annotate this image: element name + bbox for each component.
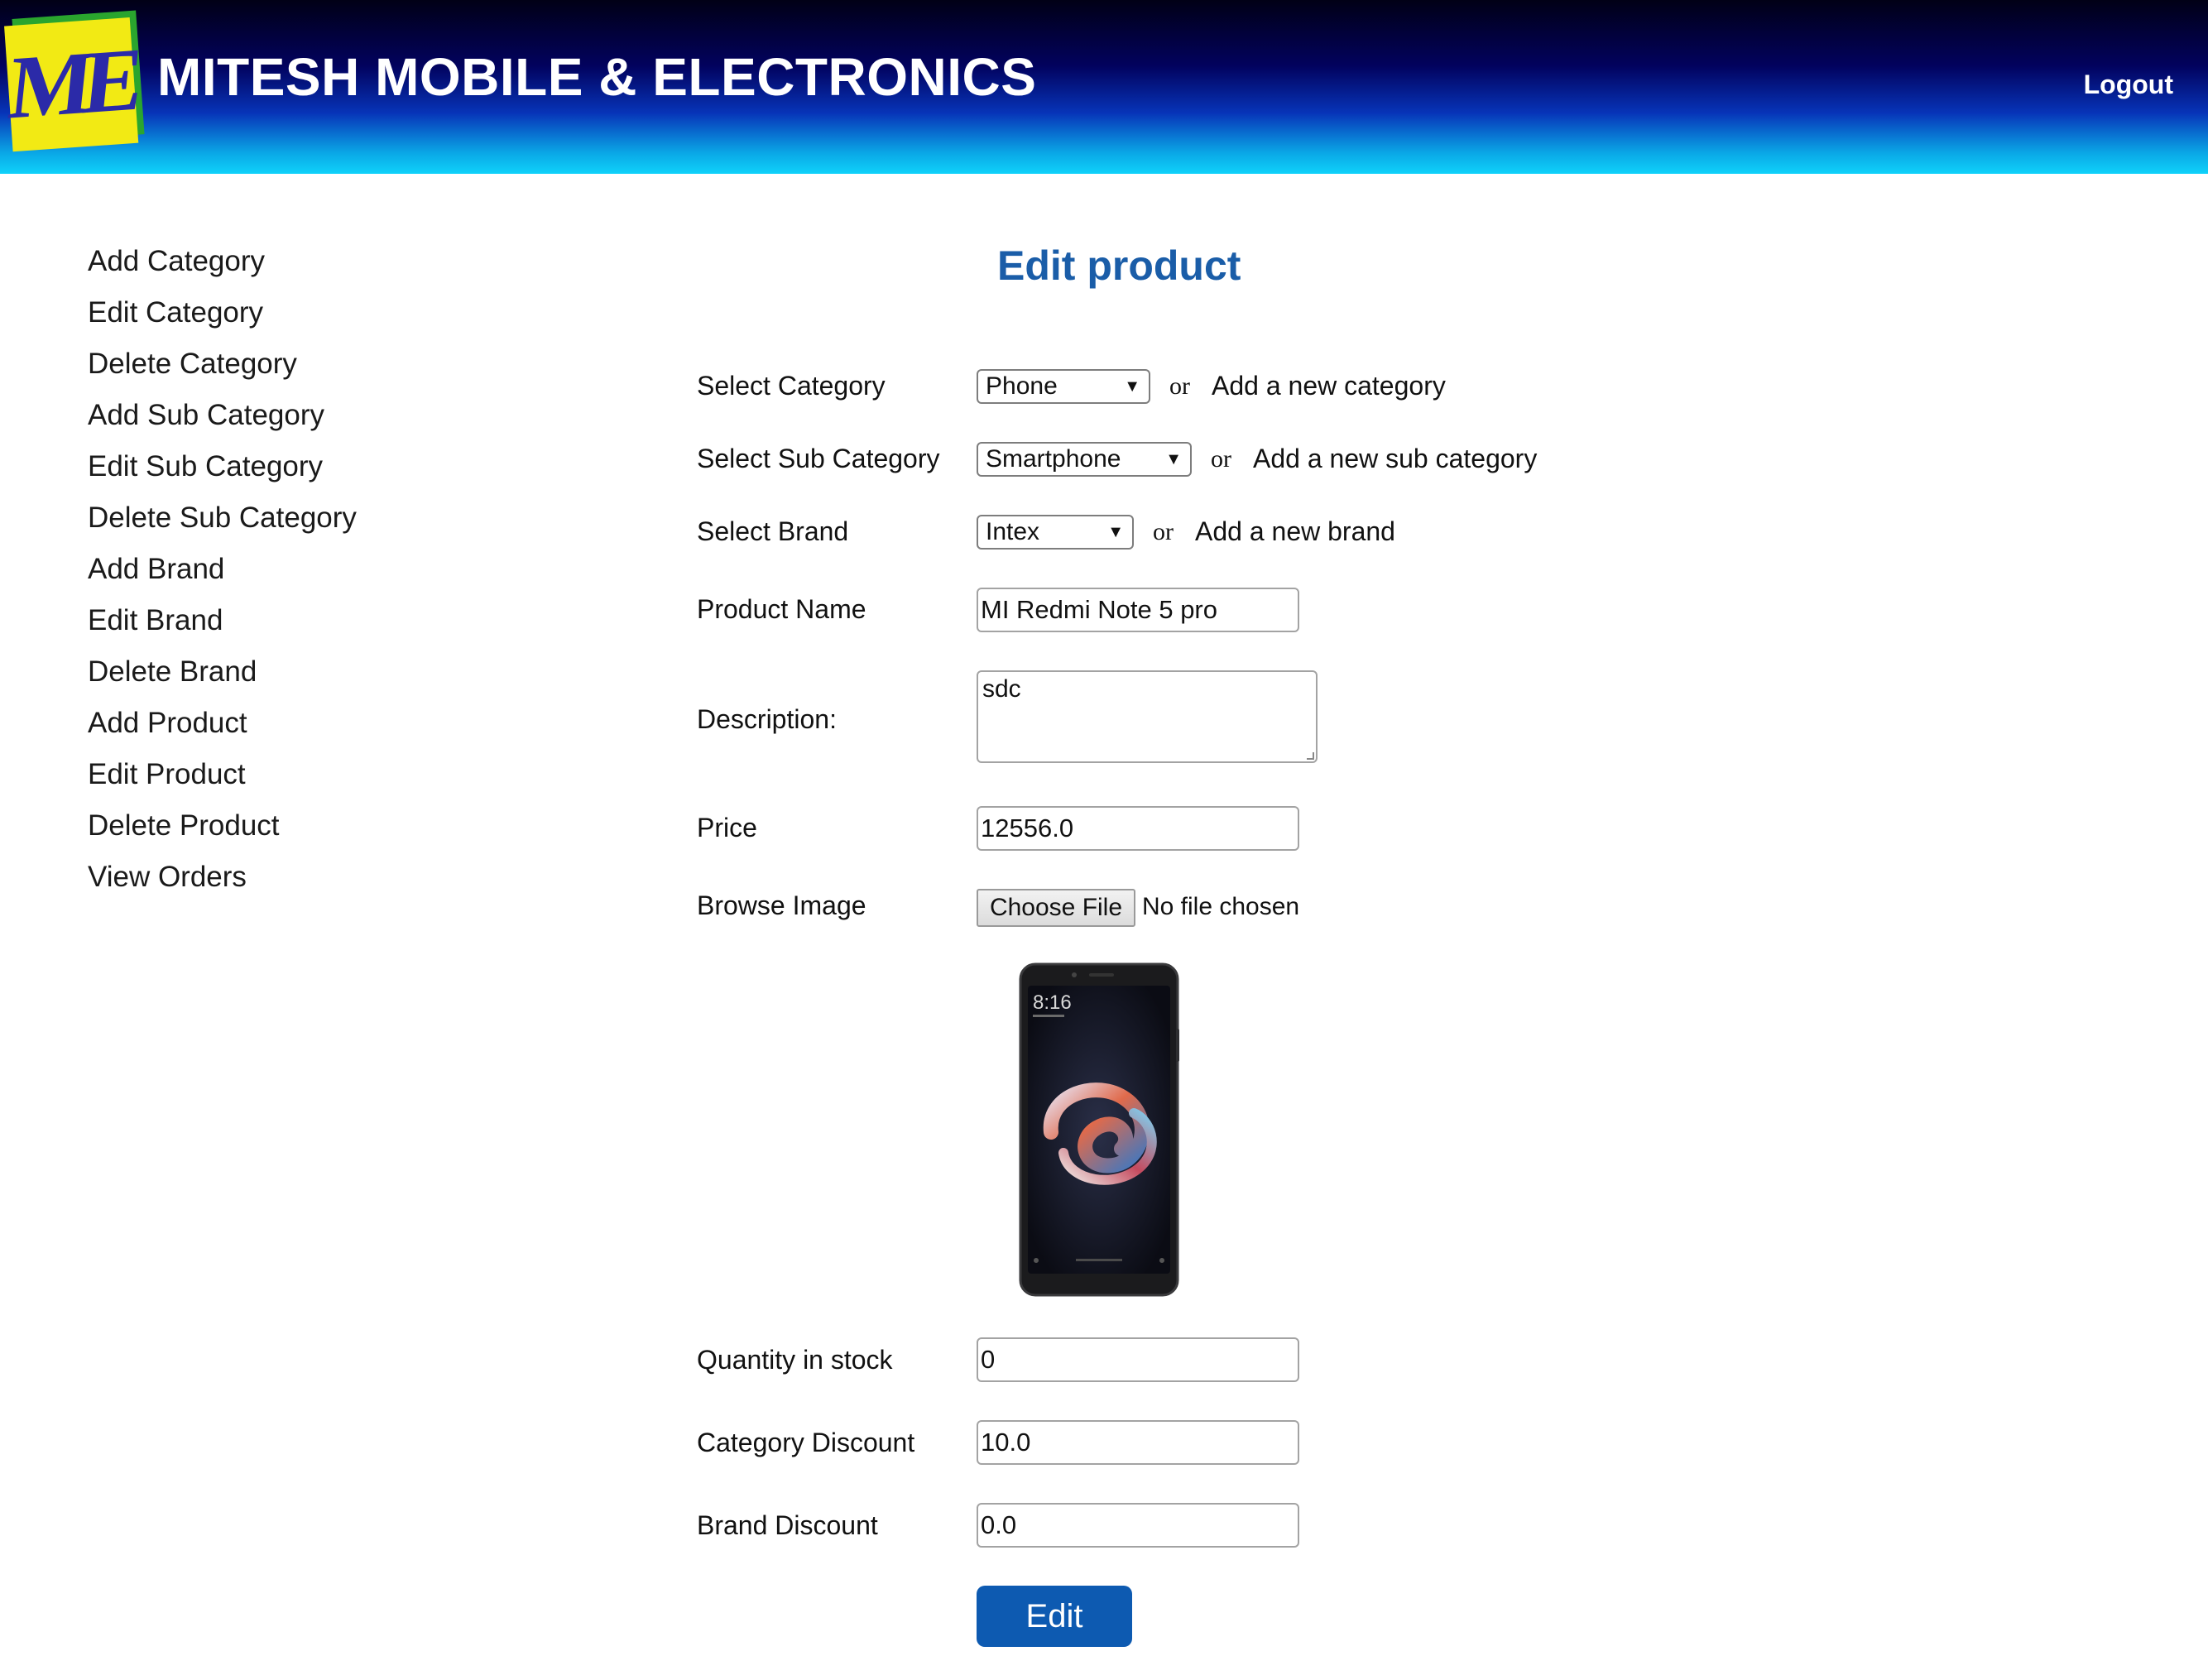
brand-label: Select Brand	[697, 516, 849, 546]
sidebar-item-add-category[interactable]: Add Category	[88, 238, 357, 290]
phone-nav-bar	[1076, 1259, 1122, 1261]
brand-select[interactable]: Intex ▼	[977, 515, 1134, 550]
product-image: 8:16	[1019, 962, 1179, 1297]
category-discount-label: Category Discount	[697, 1428, 915, 1457]
sidebar-item-view-orders[interactable]: View Orders	[88, 854, 357, 905]
sidebar-item-add-brand[interactable]: Add Brand	[88, 546, 357, 598]
add-new-brand-link[interactable]: Add a new brand	[1195, 516, 1395, 547]
description-text: sdc	[982, 675, 1021, 703]
or-separator: or	[1153, 518, 1174, 545]
sidebar-item-delete-brand[interactable]: Delete Brand	[88, 649, 357, 700]
sidebar-item-add-sub-category[interactable]: Add Sub Category	[88, 392, 357, 444]
category-label: Select Category	[697, 371, 886, 401]
brand-select-value: Intex	[986, 518, 1040, 545]
description-textarea[interactable]: sdc	[977, 670, 1318, 763]
phone-nav-dot	[1034, 1258, 1039, 1263]
description-label: Description:	[697, 704, 837, 734]
site-header: ME MITESH MOBILE & ELECTRONICS Logout	[0, 0, 2208, 174]
file-status-text: No file chosen	[1142, 893, 1300, 920]
brand-discount-label: Brand Discount	[697, 1510, 878, 1540]
price-label: Price	[697, 813, 757, 842]
sub-category-select[interactable]: Smartphone ▼	[977, 442, 1192, 477]
phone-camera	[1072, 972, 1077, 977]
quantity-input[interactable]: 0	[977, 1337, 1299, 1382]
category-select-value: Phone	[986, 372, 1058, 400]
logo-monogram: ME	[4, 30, 139, 138]
phone-nav-dot	[1159, 1258, 1164, 1263]
sidebar-item-edit-brand[interactable]: Edit Brand	[88, 598, 357, 649]
phone-date-line	[1033, 1015, 1064, 1017]
phone-side-button	[1176, 1029, 1179, 1062]
quantity-label: Quantity in stock	[697, 1345, 893, 1375]
or-separator: or	[1169, 372, 1190, 400]
price-input[interactable]: 12556.0	[977, 806, 1299, 851]
resize-grip-icon[interactable]	[1307, 752, 1314, 760]
brand-discount-input[interactable]: 0.0	[977, 1503, 1299, 1548]
sidebar-item-edit-sub-category[interactable]: Edit Sub Category	[88, 444, 357, 495]
or-separator: or	[1211, 445, 1231, 473]
edit-submit-button[interactable]: Edit	[977, 1586, 1132, 1647]
product-name-label: Product Name	[697, 594, 866, 624]
phone-speaker	[1089, 973, 1114, 977]
logout-link[interactable]: Logout	[2084, 70, 2173, 100]
admin-sidebar-menu: Add Category Edit Category Delete Catego…	[88, 238, 357, 905]
sidebar-item-delete-product[interactable]: Delete Product	[88, 803, 357, 854]
sidebar-item-edit-product[interactable]: Edit Product	[88, 751, 357, 803]
sidebar-item-delete-category[interactable]: Delete Category	[88, 341, 357, 392]
sub-category-label: Select Sub Category	[697, 444, 940, 473]
sub-category-select-value: Smartphone	[986, 445, 1121, 473]
store-logo[interactable]: ME	[4, 10, 145, 152]
sidebar-item-edit-category[interactable]: Edit Category	[88, 290, 357, 341]
dropdown-arrow-icon: ▼	[1107, 523, 1124, 541]
phone-clock: 8:16	[1033, 991, 1072, 1014]
site-title: MITESH MOBILE & ELECTRONICS	[157, 47, 1037, 107]
browse-image-label: Browse Image	[697, 890, 866, 920]
add-new-category-link[interactable]: Add a new category	[1212, 371, 1446, 401]
dropdown-arrow-icon: ▼	[1124, 377, 1140, 396]
sidebar-item-delete-sub-category[interactable]: Delete Sub Category	[88, 495, 357, 546]
category-discount-input[interactable]: 10.0	[977, 1420, 1299, 1465]
category-select[interactable]: Phone ▼	[977, 369, 1150, 404]
add-new-sub-category-link[interactable]: Add a new sub category	[1253, 444, 1537, 474]
dropdown-arrow-icon: ▼	[1165, 450, 1182, 468]
page-title: Edit product	[997, 242, 1241, 289]
choose-file-button[interactable]: Choose File	[977, 889, 1135, 927]
product-name-input[interactable]: MI Redmi Note 5 pro	[977, 588, 1299, 632]
sidebar-item-add-product[interactable]: Add Product	[88, 700, 357, 751]
